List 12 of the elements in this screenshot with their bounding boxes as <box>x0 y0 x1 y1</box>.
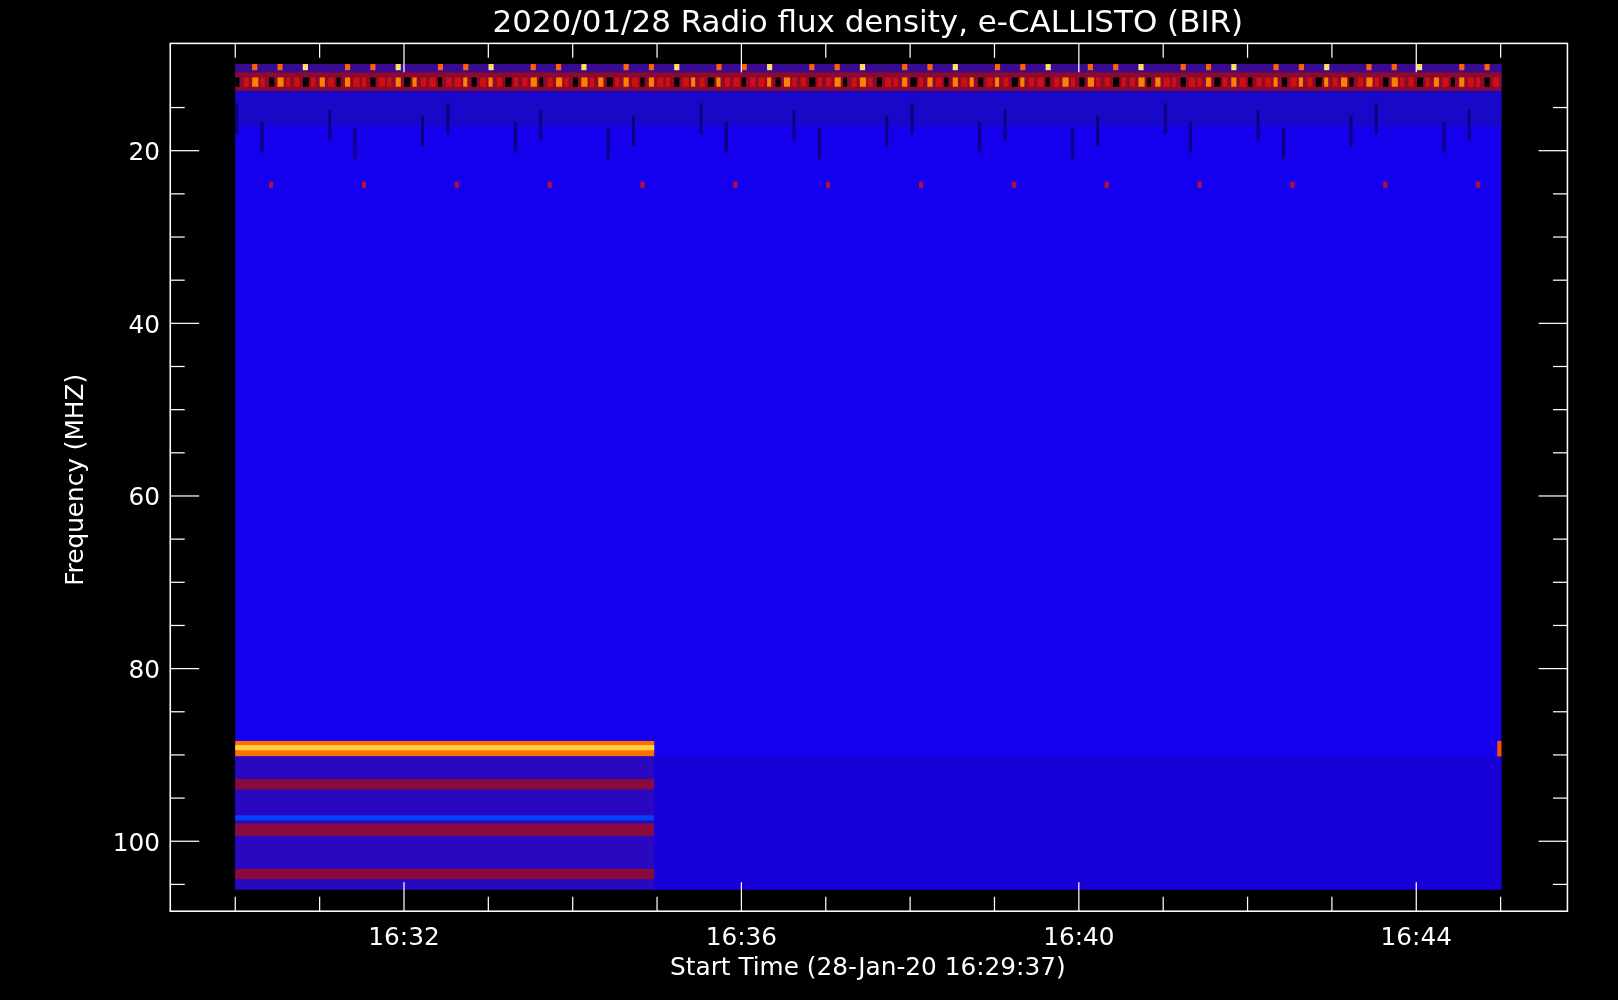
y-tick-label: 20 <box>128 137 160 166</box>
y-tick-label: 40 <box>128 309 160 339</box>
y-axis-label: Frequency (MHZ) <box>59 373 89 586</box>
y-tick-label: 60 <box>128 482 160 512</box>
y-tick-label: 100 <box>112 827 160 857</box>
x-tick-label: 16:40 <box>1043 922 1115 952</box>
chart-title: 2020/01/28 Radio flux density, e-CALLISTO (BIR) <box>492 3 1244 40</box>
y-tick-label: 80 <box>128 654 160 684</box>
x-tick-label: 16:36 <box>705 922 778 952</box>
x-axis-label: Start Time (28-Jan-20 16:29:37) <box>670 952 1066 982</box>
x-tick-label: 16:32 <box>368 922 440 952</box>
x-tick-label: 16:44 <box>1380 922 1452 952</box>
